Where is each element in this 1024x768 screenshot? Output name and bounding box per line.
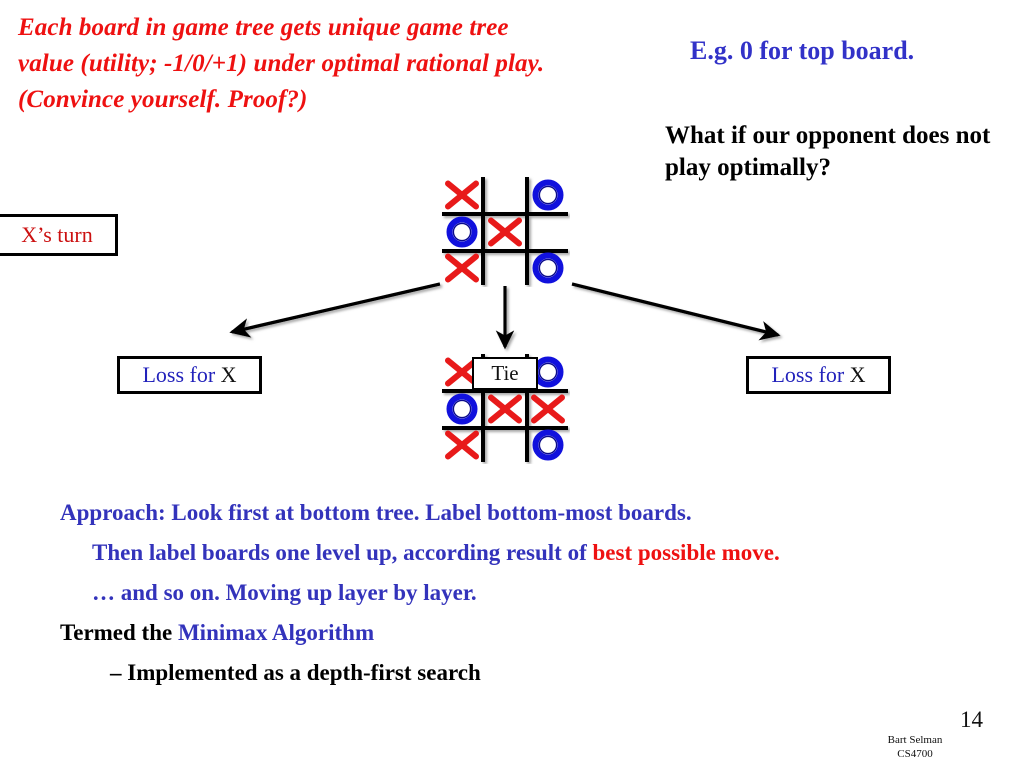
tie-board-cell-4-x-mark	[488, 394, 522, 424]
loss-for-x-left-box: Loss for X	[117, 356, 262, 394]
footer-author: Bart Selman	[887, 734, 943, 746]
root-tic-tac-toe-board	[440, 175, 570, 287]
loss-right-prefix: Loss for	[771, 362, 850, 387]
tie-board-cell-5-x-mark	[531, 394, 565, 424]
approach-line-2-red: best possible move.	[592, 540, 780, 565]
root-board-cell-8-o-mark	[532, 252, 564, 284]
footer-credit: Bart Selman CS4700	[845, 733, 985, 761]
loss-for-x-right-box: Loss for X	[746, 356, 891, 394]
footer-course: CS4700	[897, 748, 933, 760]
minimax-algorithm-text: Minimax Algorithm	[177, 620, 375, 645]
approach-line-3: … and so on. Moving up layer by layer.	[92, 580, 477, 605]
approach-line-5: – Implemented as a depth-first search	[110, 660, 481, 685]
page-number: 14	[960, 707, 983, 732]
tie-board-cell-2-o-mark	[532, 356, 564, 388]
opponent-question-text: What if our opponent does not play optim…	[665, 122, 991, 181]
loss-left-prefix: Loss for	[142, 362, 221, 387]
loss-for-x-left-label: Loss for X	[142, 364, 236, 386]
arrow-to-right-child	[571, 282, 781, 341]
arrow-to-left-child	[229, 282, 441, 338]
tie-board-cell-6-x-mark	[445, 430, 479, 460]
root-board-cell-0-x-mark	[445, 180, 479, 210]
example-value-note: E.g. 0 for top board.	[690, 36, 915, 65]
tie-label-text: Tie	[491, 361, 519, 385]
loss-left-x: X	[220, 362, 237, 387]
loss-right-x: X	[849, 362, 866, 387]
approach-text-block: Approach: Look first at bottom tree. Lab…	[60, 493, 960, 693]
loss-for-x-right-label: Loss for X	[771, 364, 865, 386]
root-board-marks	[445, 179, 564, 284]
turn-indicator-label: X’s turn	[21, 222, 93, 247]
root-board-cell-3-o-mark	[446, 216, 478, 248]
approach-line-2: Then label boards one level up, accordin…	[60, 533, 960, 573]
tie-board-cell-8-o-mark	[532, 429, 564, 461]
root-board-cell-6-x-mark	[445, 253, 479, 283]
root-board-cell-4-x-mark	[488, 217, 522, 247]
termed-the-text: Termed the	[60, 620, 178, 645]
turn-indicator-box: X’s turn	[0, 214, 118, 256]
tie-board-cell-3-o-mark	[446, 393, 478, 425]
intro-note-text: Each board in game tree gets unique game…	[18, 14, 545, 113]
approach-line-1: Approach: Look first at bottom tree. Lab…	[60, 500, 692, 525]
approach-line-4: Termed the Minimax Algorithm	[60, 613, 960, 653]
tie-label-box: Tie	[472, 357, 538, 390]
root-board-cell-2-o-mark	[532, 179, 564, 211]
approach-line-2-blue: Then label boards one level up, accordin…	[92, 540, 593, 565]
